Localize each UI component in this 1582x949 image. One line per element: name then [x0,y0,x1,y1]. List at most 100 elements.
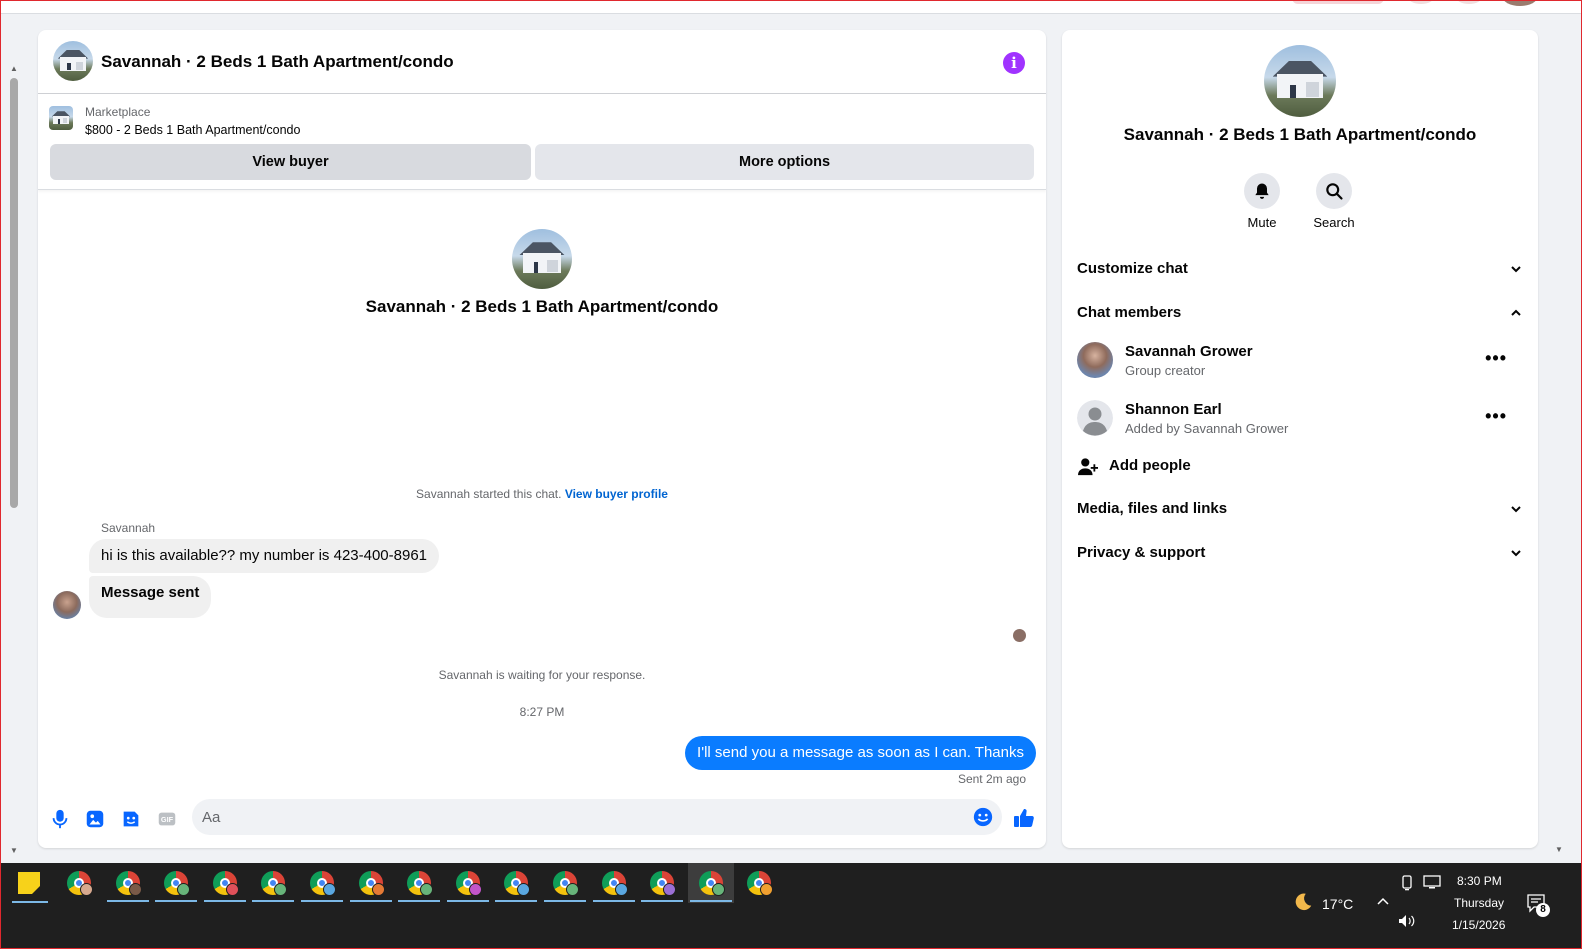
profile-badge-icon [566,883,579,896]
bell-icon [1255,183,1269,199]
privacy-support-section[interactable]: Privacy & support [1077,544,1523,568]
member-row[interactable]: Savannah Grower Group creator ••• [1077,342,1523,386]
chrome-profile-app[interactable] [736,863,782,903]
gif-icon[interactable]: GIF [156,808,178,830]
chrome-profile-app[interactable] [493,863,539,903]
chrome-profile-app[interactable] [639,863,685,903]
more-icon[interactable]: ••• [1485,348,1507,369]
chrome-icon [455,871,482,896]
profile-badge-icon [128,883,142,896]
message-input[interactable] [202,799,962,835]
profile-badge-icon [760,883,774,896]
running-indicator [592,900,635,902]
account-avatar[interactable] [1502,0,1538,6]
message-input-container[interactable] [192,799,1002,835]
search-button[interactable]: Search [1294,173,1374,230]
incoming-message[interactable]: Message sent [89,576,212,618]
chevron-down-icon [1511,266,1521,273]
add-people-button[interactable]: Add people [1077,455,1377,479]
chat-members-section[interactable]: Chat members [1077,304,1523,328]
chrome-profile-app[interactable] [153,863,199,903]
running-indicator [446,900,489,902]
profile-badge-icon [225,883,239,896]
chrome-profile-app[interactable] [396,863,442,903]
incoming-message[interactable]: hi is this available?? my number is 423-… [89,539,440,573]
info-icon[interactable]: i [1003,52,1025,74]
chrome-icon [115,871,142,896]
device-icon[interactable] [1400,875,1414,891]
panel-avatar[interactable] [1264,45,1336,117]
chat-info-panel: Savannah · 2 Beds 1 Bath Apartment/condo… [1062,30,1538,848]
outgoing-message[interactable]: I'll send you a message as soon as I can… [685,736,1036,770]
top-icon[interactable] [1408,0,1434,4]
chrome-icon [67,871,93,896]
sticker-icon[interactable] [120,808,142,830]
microphone-icon[interactable] [49,808,71,830]
media-files-links-section[interactable]: Media, files and links [1077,500,1523,524]
mute-button[interactable]: Mute [1222,173,1302,230]
chrome-profile-app[interactable] [250,863,296,903]
profile-badge-icon [177,883,191,896]
customize-chat-section[interactable]: Customize chat [1077,260,1523,284]
profile-badge-icon [468,883,482,896]
sticky-notes-app[interactable] [8,863,54,903]
chrome-profile-app[interactable] [56,863,102,903]
clock-day[interactable]: Thursday [1454,896,1504,910]
chevron-up-icon[interactable] [1376,896,1390,906]
chat-title[interactable]: Savannah · 2 Beds 1 Bath Apartment/condo [101,52,454,72]
chrome-profile-app[interactable] [202,863,248,903]
chrome-profile-app[interactable] [299,863,345,903]
chrome-icon [407,871,434,896]
clock-time[interactable]: 8:30 PM [1457,874,1502,888]
scroll-up-icon[interactable]: ▲ [10,64,18,73]
clock-date[interactable]: 1/15/2026 [1452,918,1505,932]
network-icon[interactable] [1423,875,1441,891]
chrome-icon [650,871,677,896]
notification-count-badge: 8 [1536,903,1550,917]
chrome-profile-app[interactable] [445,863,491,903]
member-row[interactable]: Shannon Earl Added by Savannah Grower ••… [1077,400,1523,444]
volume-icon[interactable] [1397,913,1417,929]
photo-icon[interactable] [84,808,106,830]
chrome-profile-app[interactable] [687,863,734,903]
chat-avatar[interactable] [53,41,93,81]
running-indicator [641,900,684,902]
view-buyer-profile-link[interactable]: View buyer profile [565,487,668,501]
more-options-button[interactable]: More options [535,144,1034,180]
member-avatar[interactable] [1077,342,1113,378]
emoji-icon[interactable] [972,806,994,828]
profile-badge-icon [420,883,434,896]
scroll-down-icon[interactable]: ▼ [1555,845,1563,854]
chrome-profile-app[interactable] [542,863,588,903]
listing-thumbnail[interactable] [49,106,73,130]
customize-chat-label: Customize chat [1077,260,1188,277]
top-icon[interactable] [1456,0,1482,4]
member-name[interactable]: Shannon Earl [1125,401,1222,418]
gif-label: GIF [161,815,174,824]
view-buyer-button[interactable]: View buyer [50,144,531,180]
scroll-down-icon[interactable]: ▼ [10,846,18,855]
add-people-label: Add people [1109,457,1191,474]
chat-window: Savannah · 2 Beds 1 Bath Apartment/condo… [38,30,1046,848]
windows-taskbar: 17°C 8:30 PM Thursday 1/15/2026 8 [0,863,1582,949]
default-avatar-icon[interactable] [1077,400,1113,436]
message-timestamp: 8:27 PM [519,705,565,719]
moon-icon[interactable] [1292,891,1314,913]
chrome-icon [358,871,385,896]
listing-title[interactable]: $800 - 2 Beds 1 Bath Apartment/condo [85,123,300,137]
seen-indicator-avatar [1013,629,1026,642]
chrome-profile-app[interactable] [105,863,151,903]
more-icon[interactable]: ••• [1485,406,1507,427]
thumbs-up-icon[interactable] [1012,806,1036,830]
scroll-thumb[interactable] [10,78,18,508]
weather-temperature[interactable]: 17°C [1322,896,1353,912]
chrome-icon [601,871,628,896]
chrome-profile-app[interactable] [591,863,637,903]
member-name[interactable]: Savannah Grower [1125,343,1253,360]
chrome-icon [504,871,531,896]
chrome-profile-app[interactable] [348,863,394,903]
page-scrollbar[interactable]: ▲ ▼ [4,60,24,860]
search-icon [1326,183,1343,200]
profile-badge-icon [517,883,531,896]
sender-avatar[interactable] [53,591,81,619]
